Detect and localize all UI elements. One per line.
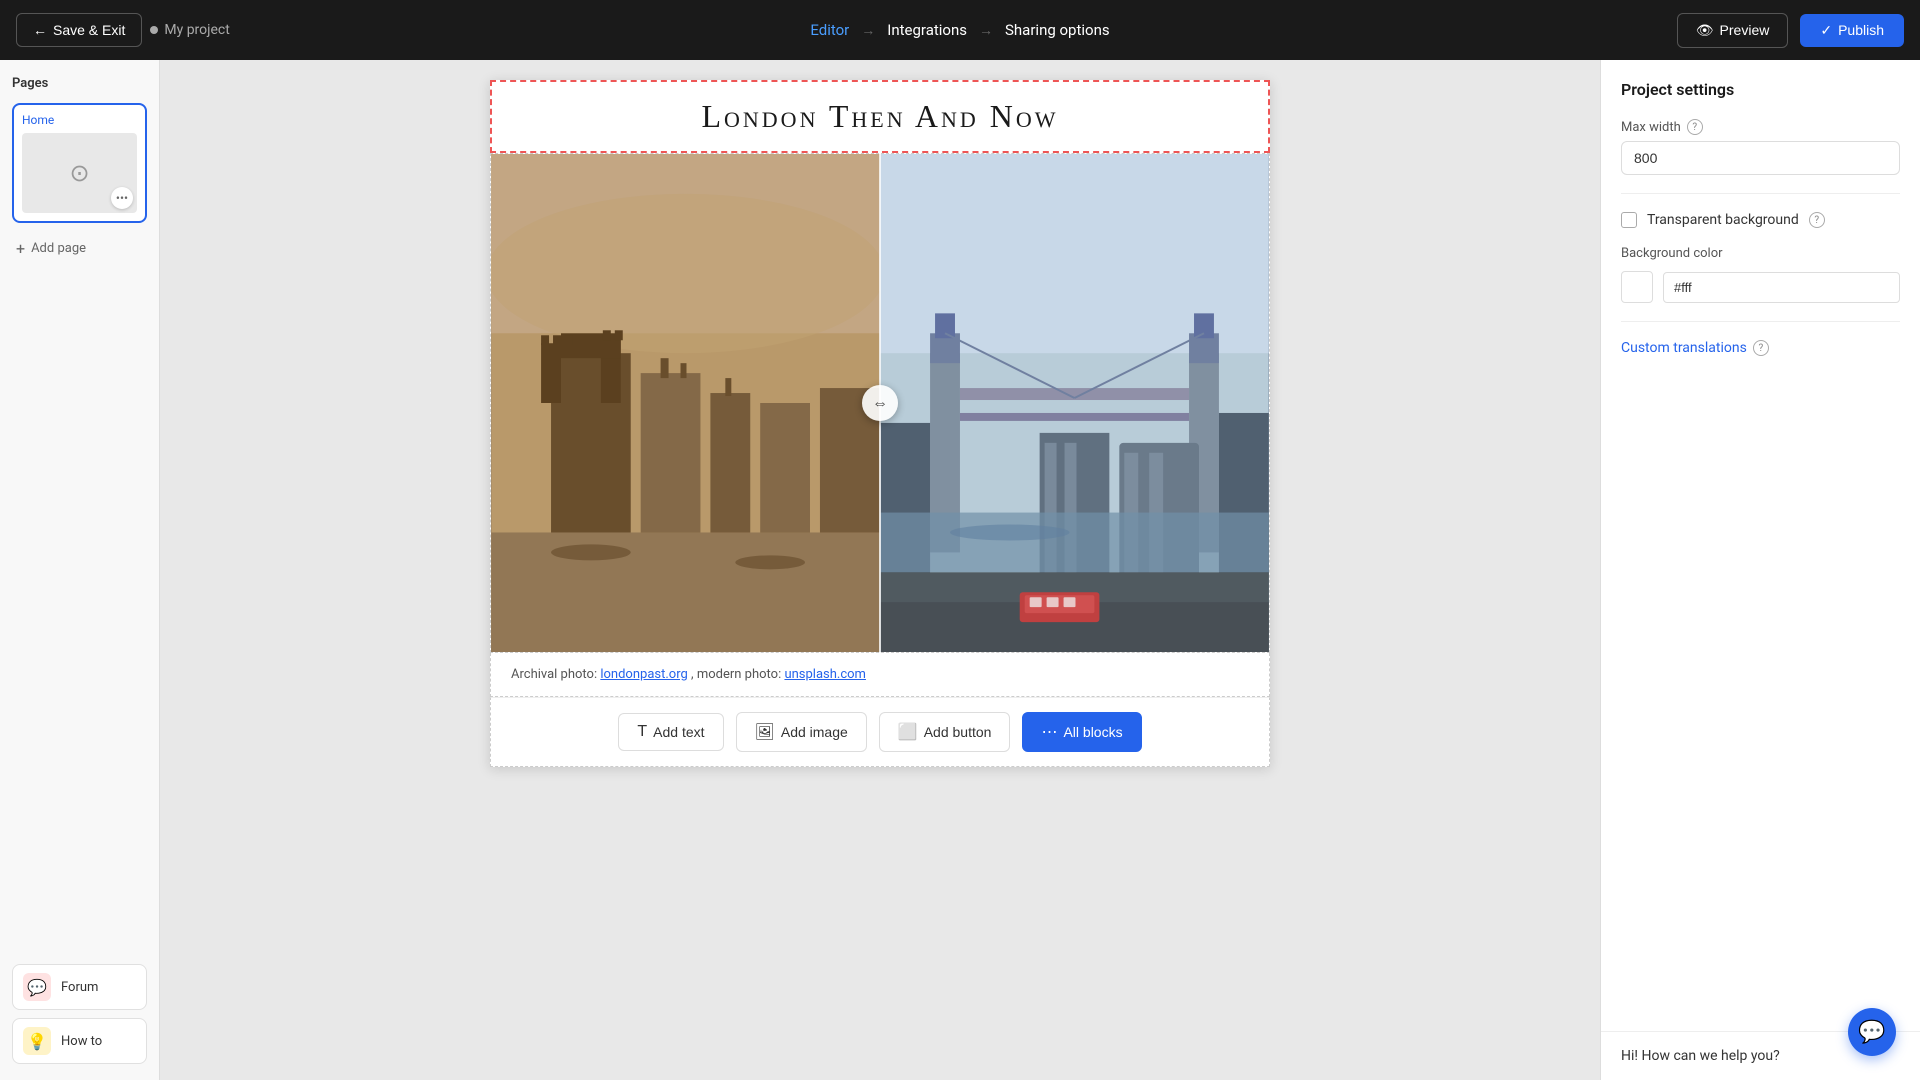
project-name: My project bbox=[150, 22, 229, 38]
max-width-label-text: Max width bbox=[1621, 120, 1681, 135]
custom-translations-label: Custom translations bbox=[1621, 340, 1747, 356]
transparent-bg-checkbox[interactable] bbox=[1621, 212, 1637, 228]
caption-separator: , modern photo: bbox=[691, 667, 784, 682]
arrow-1-icon: → bbox=[861, 22, 875, 39]
bg-color-row: Background color bbox=[1621, 246, 1900, 303]
bg-color-swatch[interactable] bbox=[1621, 271, 1653, 303]
home-page-thumbnail: ⊙ ••• bbox=[22, 133, 137, 213]
preview-button[interactable]: 👁 Preview bbox=[1677, 13, 1789, 48]
editor-nav-link[interactable]: Editor bbox=[810, 21, 849, 39]
right-sidebar: Project settings Max width ? Transparent… bbox=[1600, 60, 1920, 1080]
bg-color-label: Background color bbox=[1621, 246, 1900, 261]
howto-icon: 💡 bbox=[23, 1027, 51, 1055]
save-exit-label: Save & Exit bbox=[53, 22, 125, 38]
page-card-menu-button[interactable]: ••• bbox=[111, 187, 133, 209]
title-block[interactable]: London Then And Now bbox=[490, 80, 1270, 153]
comparison-right-panel bbox=[880, 154, 1269, 652]
howto-label: How to bbox=[61, 1034, 102, 1049]
navbar: ← Save & Exit My project Editor → Integr… bbox=[0, 0, 1920, 60]
transparent-bg-checkbox-row: Transparent background ? bbox=[1621, 212, 1900, 228]
project-name-label: My project bbox=[164, 22, 229, 38]
comparison-block[interactable]: ⇔ bbox=[490, 153, 1270, 653]
page-card-home[interactable]: Home ⊙ ••• bbox=[12, 103, 147, 223]
new-london-image bbox=[880, 154, 1269, 652]
add-image-button[interactable]: 🖼 Add image bbox=[736, 712, 867, 752]
dots-icon: ••• bbox=[116, 191, 128, 205]
main-layout: Pages Home ⊙ ••• + Add page 💬 Forum 💡 Ho… bbox=[0, 60, 1920, 1080]
transparent-bg-row: Transparent background ? bbox=[1621, 212, 1900, 228]
check-icon: ✓ bbox=[1820, 22, 1832, 39]
divider-2 bbox=[1621, 321, 1900, 322]
chat-fab-button[interactable]: 💬 bbox=[1848, 1008, 1896, 1056]
project-dot-icon bbox=[150, 26, 158, 34]
caption-link-1[interactable]: londonpast.org bbox=[600, 667, 687, 682]
canvas-title: London Then And Now bbox=[701, 98, 1058, 134]
settings-panel: Project settings Max width ? Transparent… bbox=[1601, 60, 1920, 1031]
home-page-label: Home bbox=[22, 113, 137, 127]
add-page-label: Add page bbox=[31, 241, 86, 256]
preview-label: Preview bbox=[1720, 22, 1770, 38]
comparison-divider-handle[interactable]: ⇔ bbox=[862, 385, 898, 421]
add-text-label: Add text bbox=[653, 724, 704, 740]
caption-link-2[interactable]: unsplash.com bbox=[784, 667, 866, 682]
settings-title: Project settings bbox=[1621, 80, 1900, 99]
bg-color-input[interactable] bbox=[1663, 272, 1900, 303]
pages-title: Pages bbox=[12, 76, 147, 91]
add-text-icon: T bbox=[637, 723, 647, 741]
transparent-bg-help-icon[interactable]: ? bbox=[1809, 212, 1825, 228]
home-thumb-icon: ⊙ bbox=[69, 159, 89, 187]
arrow-2-icon: → bbox=[979, 22, 993, 39]
add-button-icon: ⬜ bbox=[898, 722, 918, 742]
all-blocks-button[interactable]: ⋯ All blocks bbox=[1022, 712, 1141, 752]
add-blocks-toolbar: T Add text 🖼 Add image ⬜ Add button ⋯ Al… bbox=[490, 697, 1270, 767]
forum-tool[interactable]: 💬 Forum bbox=[12, 964, 147, 1010]
publish-label: Publish bbox=[1838, 22, 1884, 38]
comparison-left-panel bbox=[491, 154, 880, 652]
max-width-input[interactable] bbox=[1621, 141, 1900, 175]
integrations-nav-link[interactable]: Integrations bbox=[887, 21, 967, 39]
all-blocks-label: All blocks bbox=[1063, 724, 1122, 740]
navbar-center: Editor → Integrations → Sharing options bbox=[810, 21, 1109, 39]
max-width-help-icon[interactable]: ? bbox=[1687, 119, 1703, 135]
add-text-button[interactable]: T Add text bbox=[618, 713, 723, 751]
sharing-nav-link[interactable]: Sharing options bbox=[1005, 21, 1110, 39]
bg-color-row-inner bbox=[1621, 271, 1900, 303]
custom-translations-link[interactable]: Custom translations ? bbox=[1621, 340, 1900, 356]
add-page-plus-icon: + bbox=[16, 239, 25, 258]
custom-translations-help-icon[interactable]: ? bbox=[1753, 340, 1769, 356]
divider-1 bbox=[1621, 193, 1900, 194]
bg-color-label-text: Background color bbox=[1621, 246, 1723, 261]
forum-icon: 💬 bbox=[23, 973, 51, 1001]
old-london-image bbox=[491, 154, 880, 652]
all-blocks-icon: ⋯ bbox=[1041, 722, 1057, 742]
transparent-bg-label: Transparent background bbox=[1647, 212, 1799, 228]
arrows-icon: ⇔ bbox=[872, 393, 888, 413]
max-width-row: Max width ? bbox=[1621, 119, 1900, 175]
add-image-icon: 🖼 bbox=[755, 722, 775, 742]
canvas-area: London Then And Now bbox=[160, 60, 1600, 1080]
back-arrow-icon: ← bbox=[33, 22, 47, 38]
canvas: London Then And Now bbox=[490, 80, 1270, 767]
caption-block: Archival photo: londonpast.org , modern … bbox=[490, 653, 1270, 697]
eye-icon: 👁 bbox=[1696, 22, 1714, 39]
custom-translations-row: Custom translations ? bbox=[1621, 340, 1900, 356]
publish-button[interactable]: ✓ Publish bbox=[1800, 14, 1904, 47]
save-exit-button[interactable]: ← Save & Exit bbox=[16, 13, 142, 47]
left-sidebar: Pages Home ⊙ ••• + Add page 💬 Forum 💡 Ho… bbox=[0, 60, 160, 1080]
max-width-label: Max width ? bbox=[1621, 119, 1900, 135]
navbar-right: 👁 Preview ✓ Publish bbox=[1677, 13, 1904, 48]
navbar-left: ← Save & Exit My project bbox=[16, 13, 230, 47]
add-image-label: Add image bbox=[781, 724, 848, 740]
add-page-button[interactable]: + Add page bbox=[12, 235, 147, 262]
canvas-wrapper: London Then And Now bbox=[490, 80, 1270, 767]
add-button-button[interactable]: ⬜ Add button bbox=[879, 712, 1011, 752]
chat-fab-icon: 💬 bbox=[1858, 1020, 1885, 1045]
add-button-label: Add button bbox=[924, 724, 992, 740]
sidebar-tools: 💬 Forum 💡 How to bbox=[12, 964, 147, 1064]
forum-label: Forum bbox=[61, 980, 98, 995]
caption-prefix: Archival photo: bbox=[511, 667, 600, 682]
howto-tool[interactable]: 💡 How to bbox=[12, 1018, 147, 1064]
